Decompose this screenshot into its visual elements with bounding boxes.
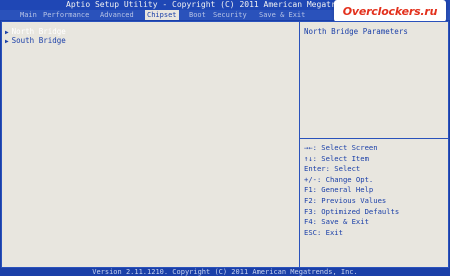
key-help-line: +/-: Change Opt. xyxy=(304,174,374,184)
help-title: North Bridge Parameters xyxy=(304,27,408,36)
key-help-line: ↑↓: Select Item xyxy=(304,153,369,163)
key-help-line: F4: Save & Exit xyxy=(304,217,369,227)
watermark-logo: Overclockers.ru xyxy=(334,0,446,22)
key-help-line: →←: Select Screen xyxy=(304,143,378,152)
key-help-line: Enter: Select xyxy=(304,164,361,174)
key-help-line: F2: Previous Values xyxy=(304,195,387,205)
key-help-line: F1: General Help xyxy=(304,185,374,195)
tab-chipset[interactable]: Chipset xyxy=(145,10,179,20)
tab-boot[interactable]: Boot xyxy=(189,10,206,20)
key-help-list: →←: Select Screen ↑↓: Select Item Enter:… xyxy=(304,143,399,238)
main-panel: ▶ North Bridge ▶ South Bridge North Bridge… xyxy=(1,21,449,268)
menu-item-label: North Bridge xyxy=(11,27,66,36)
watermark-text: Overclockers.ru xyxy=(342,4,438,18)
tab-main[interactable]: Main xyxy=(20,10,37,20)
tab-advanced[interactable]: Advanced xyxy=(100,10,134,20)
tab-security[interactable]: Security xyxy=(213,10,247,20)
panel-divider xyxy=(299,22,300,267)
help-divider xyxy=(300,138,448,139)
tab-performance[interactable]: Performance xyxy=(43,10,89,20)
tab-save-exit[interactable]: Save & Exit xyxy=(259,10,305,20)
arrow-right-icon: ▶ xyxy=(5,29,9,36)
menu-item-label: South Bridge xyxy=(11,36,66,45)
key-help-line: ESC: Exit xyxy=(304,227,343,237)
arrow-right-icon: ▶ xyxy=(5,38,9,45)
footer-version: Version 2.11.1210. Copyright (C) 2011 Am… xyxy=(0,268,450,276)
key-help-line: F3: Optimized Defaults xyxy=(304,206,400,216)
menu-item-south-bridge[interactable]: ▶ South Bridge xyxy=(5,36,66,46)
